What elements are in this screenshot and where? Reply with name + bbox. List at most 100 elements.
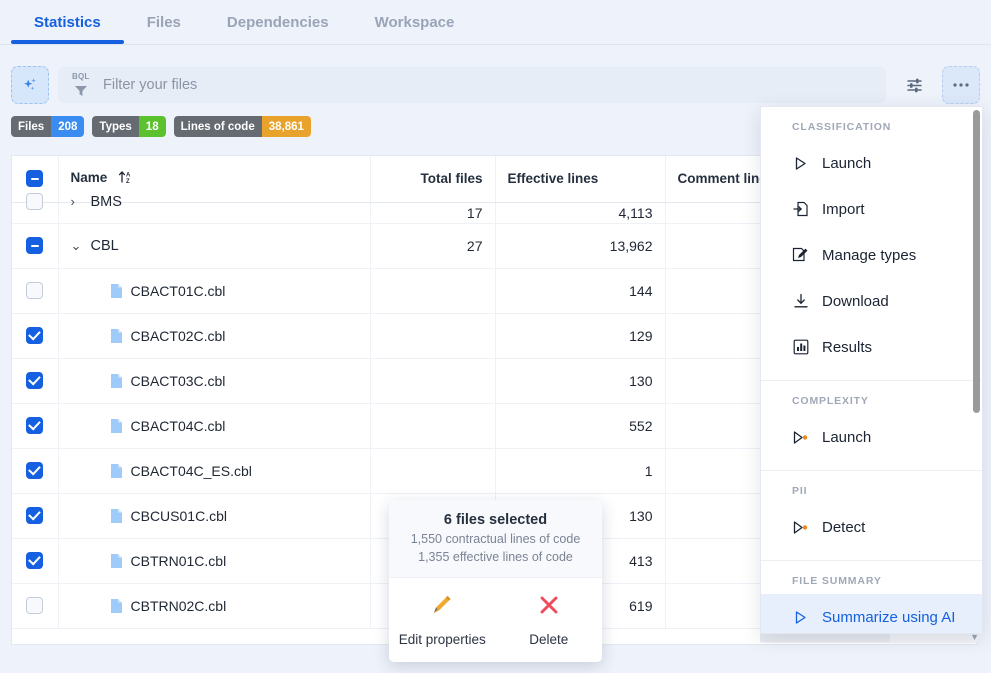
tab-dependencies[interactable]: Dependencies (204, 0, 352, 44)
delete-label: Delete (529, 632, 569, 647)
tab-workspace[interactable]: Workspace (352, 0, 478, 44)
row-checkbox-cell[interactable] (12, 193, 59, 224)
menu-item-label: Launch (822, 154, 872, 172)
row-name-cell: › BMS (58, 194, 371, 224)
row-effective-lines: 130 (495, 358, 666, 404)
row-checkbox[interactable] (26, 282, 44, 300)
menu-item-results[interactable]: Results (761, 324, 982, 370)
row-checkbox-cell[interactable] (12, 313, 59, 359)
edit-properties-button[interactable]: Edit properties (389, 578, 496, 662)
menu-scrollbar-thumb[interactable] (973, 110, 980, 413)
select-all-checkbox[interactable] (26, 170, 44, 188)
menu-item-manage-types[interactable]: Manage types (761, 232, 982, 278)
file-icon (110, 283, 122, 298)
app-root: Statistics Files Dependencies Workspace BQL… (0, 0, 991, 673)
row-total-files: 17 (370, 202, 496, 224)
row-checkbox-cell[interactable] (12, 268, 59, 314)
column-header-total-files[interactable]: Total files (370, 156, 496, 203)
row-checkbox[interactable] (26, 597, 44, 615)
row-checkbox[interactable] (26, 193, 44, 211)
row-name-cell: CBACT03C.cbl (58, 358, 371, 404)
row-checkbox[interactable] (26, 237, 44, 255)
row-checkbox[interactable] (26, 507, 44, 525)
column-header-effective-lines[interactable]: Effective lines (495, 156, 666, 203)
row-checkbox[interactable] (26, 552, 44, 570)
filter-input[interactable]: BQL Filter your files (58, 67, 886, 103)
stat-badge-value: 18 (138, 116, 166, 137)
delete-button[interactable]: Delete (496, 578, 603, 662)
ellipsis-icon (953, 83, 969, 87)
sort-az-ascending-icon[interactable]: A Z (118, 170, 133, 187)
row-checkbox[interactable] (26, 327, 44, 345)
row-checkbox[interactable] (26, 462, 44, 480)
filter-placeholder: Filter your files (103, 77, 198, 93)
file-icon (110, 598, 122, 613)
row-name: CBACT04C_ES.cbl (130, 462, 252, 479)
stat-badge-key: Files (11, 116, 52, 137)
menu-item-label: Import (822, 200, 865, 218)
row-name: CBACT03C.cbl (130, 372, 226, 389)
bql-label: BQL (72, 72, 90, 81)
chevron-right-icon[interactable]: › (71, 194, 91, 209)
row-name-cell: CBTRN02C.cbl (58, 583, 371, 629)
main-tabs: Statistics Files Dependencies Workspace (0, 0, 991, 45)
cross-icon (540, 596, 558, 614)
download-arrow-icon (792, 293, 809, 310)
row-effective-lines: 1 (495, 448, 666, 494)
row-name: CBL (90, 237, 119, 254)
row-effective-lines: 129 (495, 313, 666, 359)
row-effective-lines: 4,113 (495, 202, 666, 224)
bql-filter-icon: BQL (72, 72, 94, 97)
import-document-icon (792, 201, 809, 218)
file-icon (110, 373, 122, 388)
selection-actions: Edit properties Delete (389, 578, 602, 662)
play-triangle-icon (792, 609, 809, 626)
row-name: CBTRN02C.cbl (130, 597, 227, 614)
stat-badge-key: Types (92, 116, 139, 137)
bar-chart-icon (792, 339, 809, 356)
row-checkbox[interactable] (26, 372, 44, 390)
document-pencil-icon (792, 247, 809, 264)
row-checkbox-cell[interactable] (12, 358, 59, 404)
svg-text:Z: Z (126, 179, 130, 184)
row-effective-lines: 552 (495, 403, 666, 449)
row-name-cell: CBCUS01C.cbl (58, 493, 371, 539)
menu-item-detect[interactable]: Detect (761, 504, 982, 550)
row-checkbox[interactable] (26, 417, 44, 435)
menu-item-launch[interactable]: Launch (761, 414, 982, 460)
row-name: CBCUS01C.cbl (130, 507, 227, 524)
row-checkbox-cell[interactable] (12, 583, 59, 629)
display-settings-button[interactable] (895, 66, 933, 104)
menu-item-label: Summarize using AI (822, 608, 956, 626)
tab-files[interactable]: Files (124, 0, 204, 44)
edit-properties-label: Edit properties (398, 632, 486, 647)
row-checkbox-cell[interactable] (12, 223, 59, 269)
menu-item-label: Results (822, 338, 873, 356)
row-checkbox-cell[interactable] (12, 538, 59, 584)
row-checkbox-cell[interactable] (12, 403, 59, 449)
stat-badge: Types 18 (92, 116, 166, 137)
ai-assist-button[interactable] (11, 66, 49, 104)
row-name-cell: CBACT04C.cbl (58, 403, 371, 449)
more-actions-button[interactable] (942, 66, 980, 104)
row-checkbox-cell[interactable] (12, 448, 59, 494)
stat-badge: Files 208 (11, 116, 85, 137)
row-checkbox-cell[interactable] (12, 493, 59, 539)
row-total-files (370, 403, 496, 449)
pencil-icon (434, 596, 451, 613)
effective-lines-text: 1,355 effective lines of code (418, 550, 573, 564)
menu-item-launch[interactable]: Launch (761, 140, 982, 186)
stat-badge: Lines of code 38,861 (173, 116, 311, 137)
chevron-down-icon[interactable]: ⌄ (71, 239, 91, 252)
menu-item-summarize-using-ai[interactable]: Summarize using AI (761, 594, 982, 633)
menu-item-download[interactable]: Download (761, 278, 982, 324)
tab-statistics[interactable]: Statistics (11, 0, 124, 44)
play-triangle-dot-icon (792, 519, 809, 536)
column-label-name: Name (70, 170, 108, 186)
row-total-files (370, 268, 496, 314)
row-name-cell: CBTRN01C.cbl (58, 538, 371, 584)
row-total-files (370, 313, 496, 359)
file-icon (110, 328, 122, 343)
menu-item-import[interactable]: Import (761, 186, 982, 232)
stat-badge-value: 208 (51, 116, 85, 137)
